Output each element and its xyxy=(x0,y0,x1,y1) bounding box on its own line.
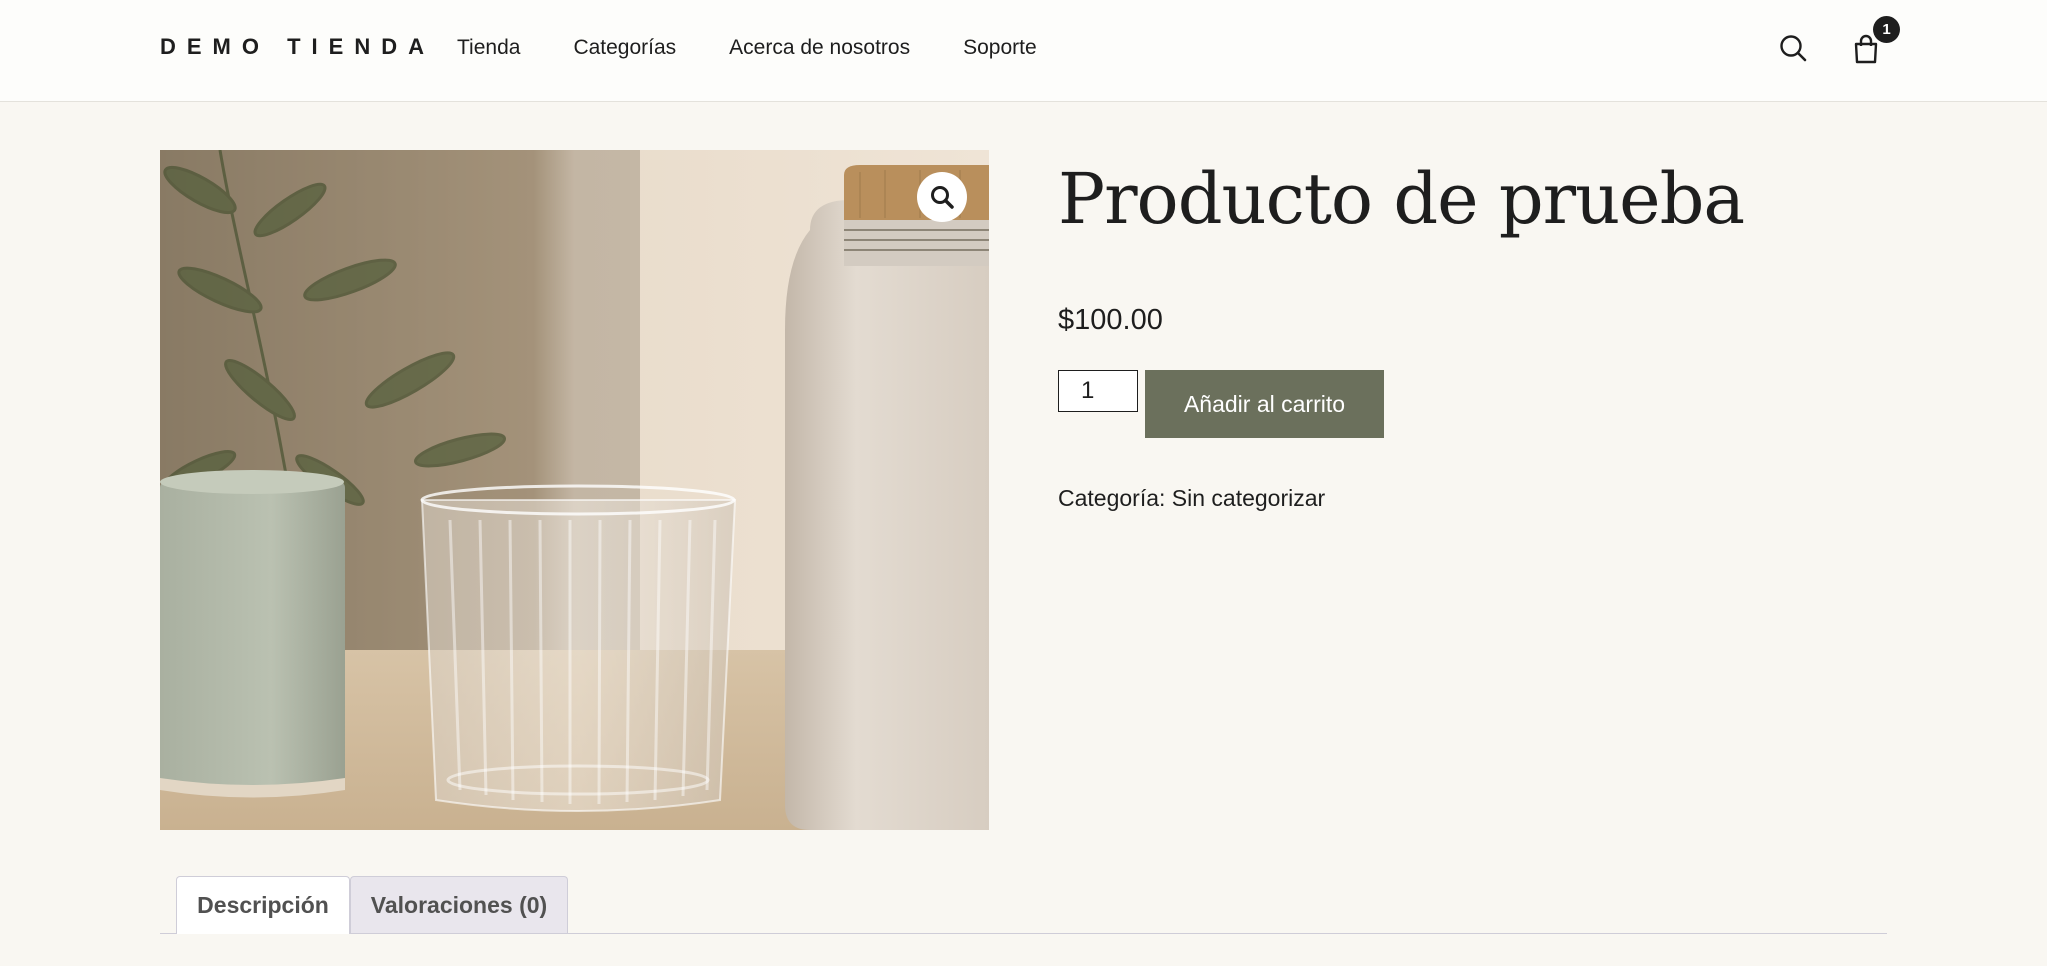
product-category: Categoría: Sin categorizar xyxy=(1058,485,1326,511)
tabs-divider xyxy=(160,933,1887,934)
nav-item-acerca[interactable]: Acerca de nosotros xyxy=(729,36,910,60)
product-title: Producto de prueba xyxy=(1058,158,1745,240)
cart-count-badge: 1 xyxy=(1873,16,1900,43)
site-logo[interactable]: DEMO TIENDA xyxy=(160,34,435,60)
main-nav: Tienda Categorías Acerca de nosotros Sop… xyxy=(457,36,1090,60)
zoom-icon[interactable] xyxy=(917,172,967,222)
tab-reviews[interactable]: Valoraciones (0) xyxy=(350,876,568,933)
add-to-cart-button[interactable]: Añadir al carrito xyxy=(1145,370,1384,438)
nav-item-soporte[interactable]: Soporte xyxy=(963,36,1037,60)
nav-item-categorias[interactable]: Categorías xyxy=(573,36,676,60)
product-price: $100.00 xyxy=(1058,304,1163,336)
quantity-input[interactable] xyxy=(1058,370,1138,412)
search-icon[interactable] xyxy=(1779,34,1807,62)
product-image[interactable] xyxy=(160,150,989,830)
site-header: DEMO TIENDA Tienda Categorías Acerca de … xyxy=(0,0,2047,102)
tab-description[interactable]: Descripción xyxy=(176,876,350,934)
nav-item-tienda[interactable]: Tienda xyxy=(457,36,520,60)
